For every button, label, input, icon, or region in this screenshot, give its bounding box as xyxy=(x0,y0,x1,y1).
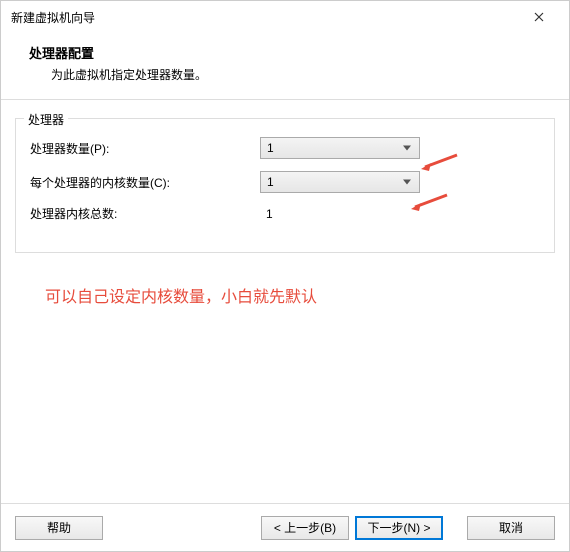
processors-select[interactable]: 1 xyxy=(260,137,420,159)
processors-select-value: 1 xyxy=(267,141,274,155)
help-button[interactable]: 帮助 xyxy=(15,516,103,540)
processor-fieldset: 处理器 处理器数量(P): 1 每个处理器的内核数量(C): 1 处理器内核总数… xyxy=(15,118,555,253)
titlebar: 新建虚拟机向导 xyxy=(1,1,569,33)
next-button[interactable]: 下一步(N) > xyxy=(355,516,443,540)
close-icon xyxy=(534,12,544,22)
wizard-header: 处理器配置 为此虚拟机指定处理器数量。 xyxy=(1,33,569,100)
total-row: 处理器内核总数: 1 xyxy=(30,205,540,222)
fieldset-legend: 处理器 xyxy=(24,111,68,128)
cancel-button[interactable]: 取消 xyxy=(467,516,555,540)
cores-row: 每个处理器的内核数量(C): 1 xyxy=(30,171,540,193)
total-value: 1 xyxy=(260,207,420,221)
page-subtitle: 为此虚拟机指定处理器数量。 xyxy=(29,66,541,83)
total-label: 处理器内核总数: xyxy=(30,205,260,222)
cores-label: 每个处理器的内核数量(C): xyxy=(30,174,260,191)
back-button[interactable]: < 上一步(B) xyxy=(261,516,349,540)
content-area: 处理器 处理器数量(P): 1 每个处理器的内核数量(C): 1 处理器内核总数… xyxy=(1,100,569,337)
cores-select[interactable]: 1 xyxy=(260,171,420,193)
processors-label: 处理器数量(P): xyxy=(30,140,260,157)
close-button[interactable] xyxy=(519,3,559,31)
cores-select-value: 1 xyxy=(267,175,274,189)
annotation-text: 可以自己设定内核数量，小白就先默认 xyxy=(15,253,555,337)
page-title: 处理器配置 xyxy=(29,43,541,62)
wizard-footer: 帮助 < 上一步(B) 下一步(N) > 取消 xyxy=(1,503,569,551)
window-title: 新建虚拟机向导 xyxy=(11,9,95,26)
processors-row: 处理器数量(P): 1 xyxy=(30,137,540,159)
